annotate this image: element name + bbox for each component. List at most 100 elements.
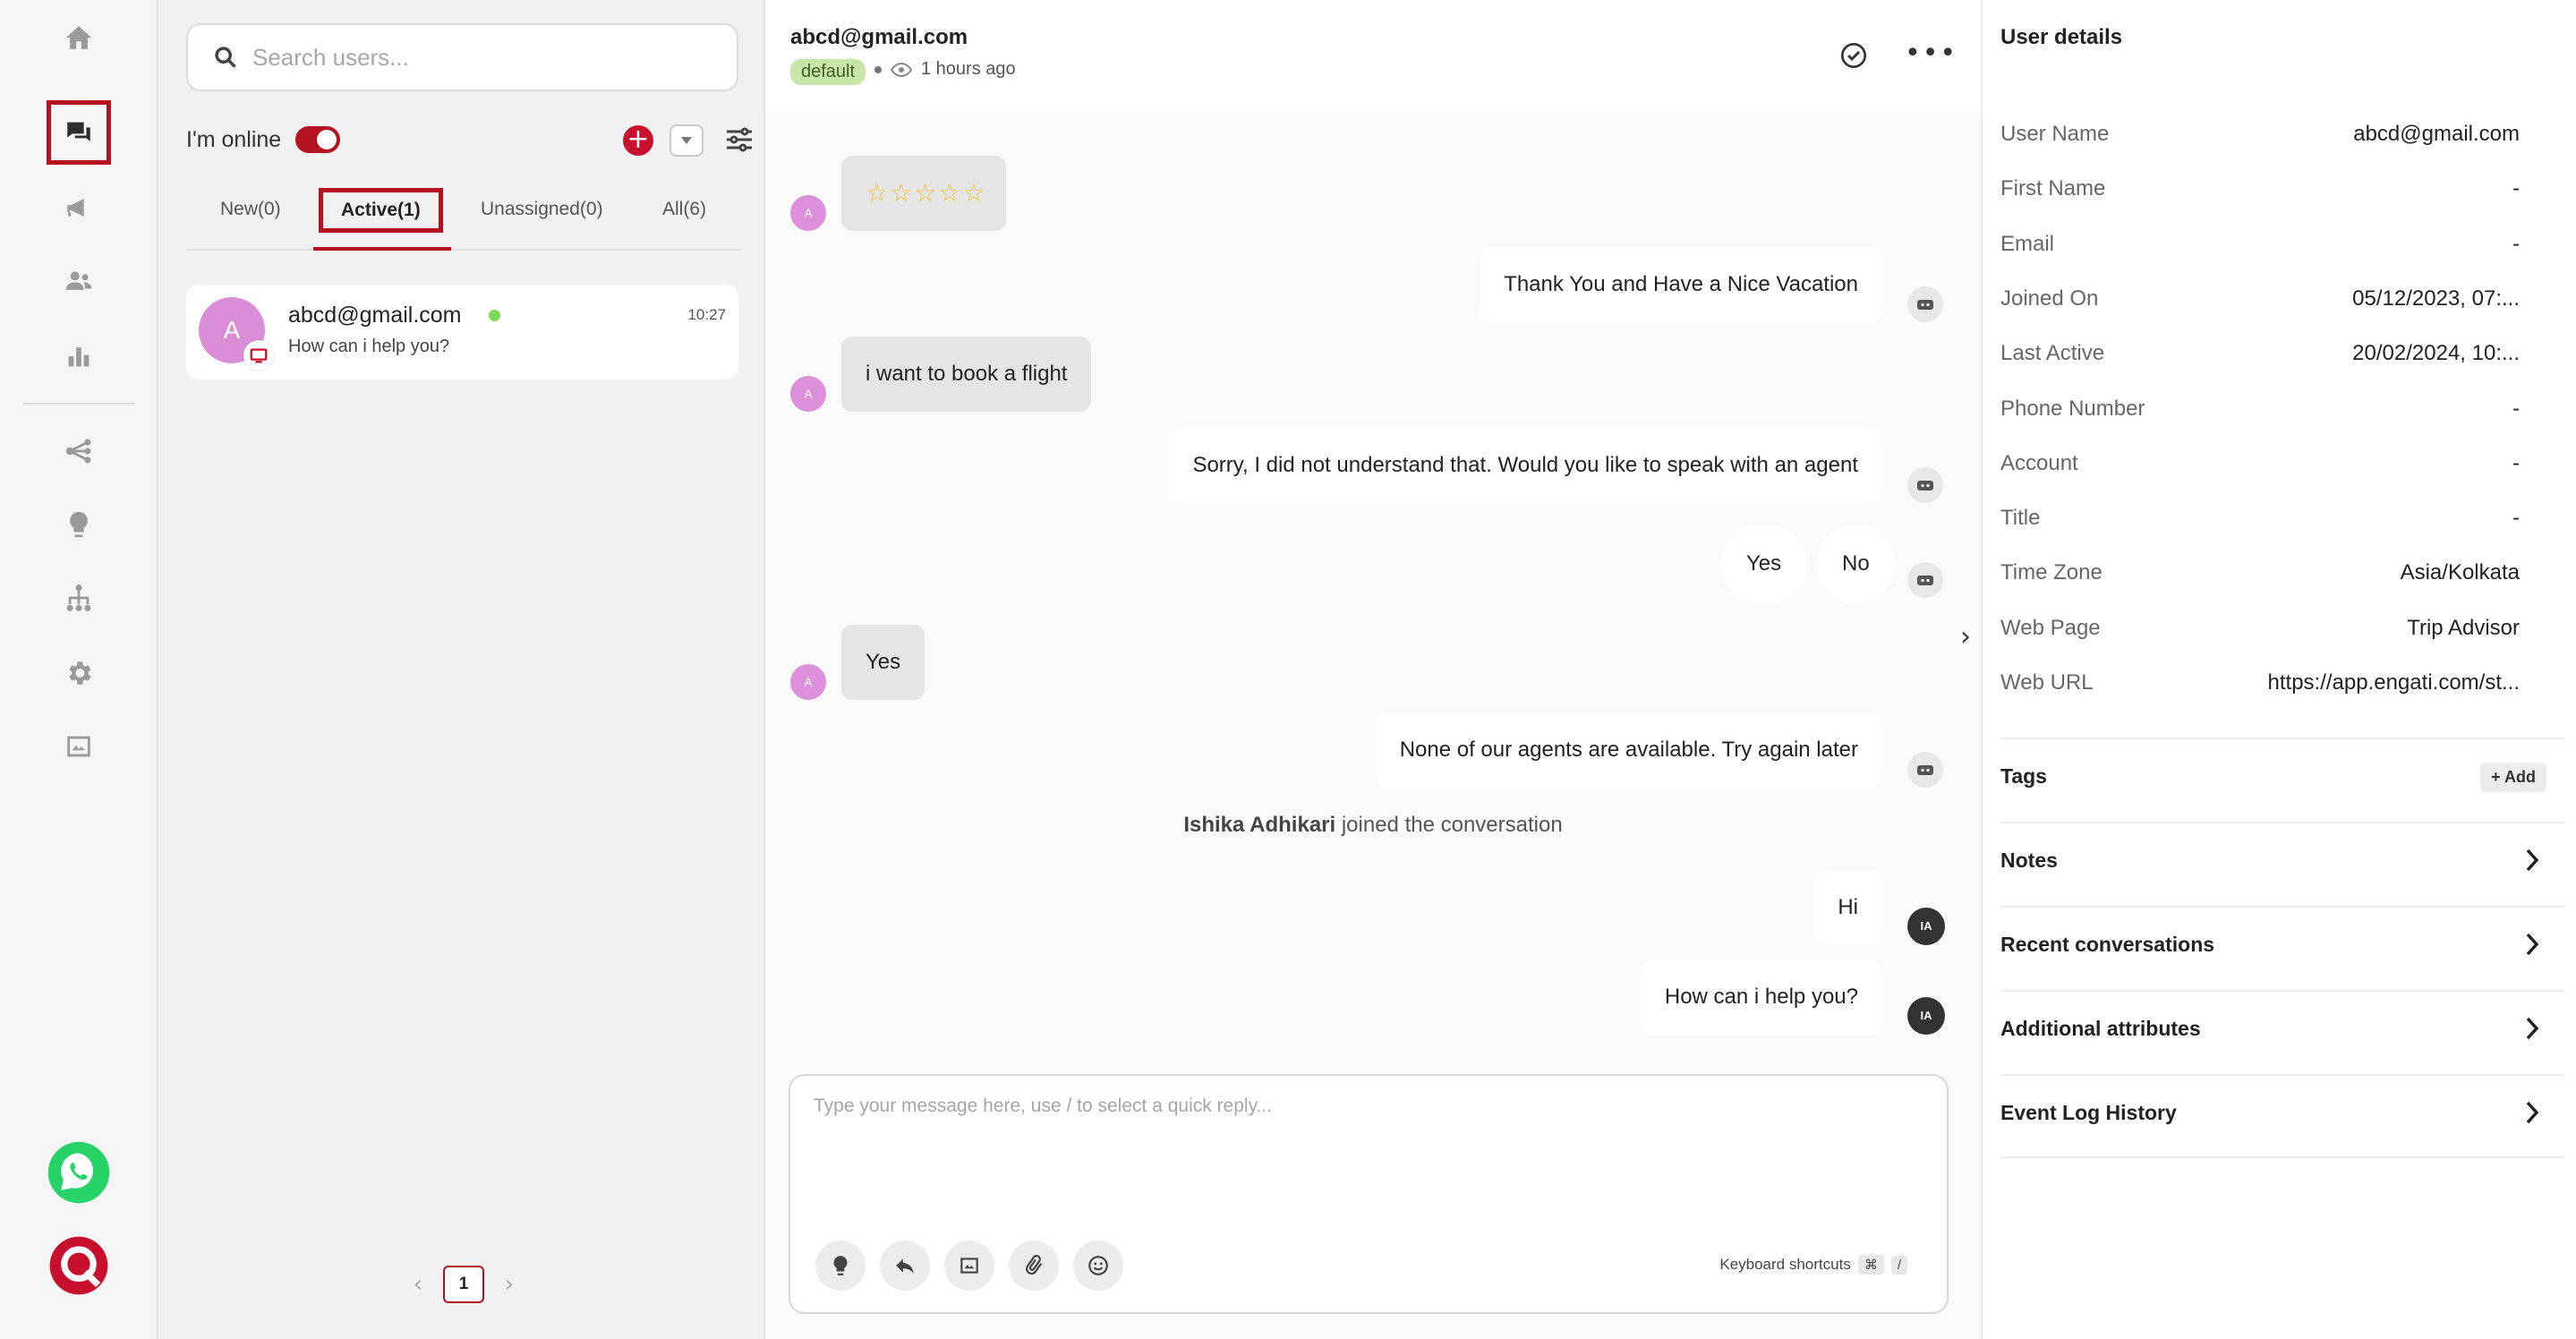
bot-icon — [1907, 562, 1943, 598]
emoji-icon[interactable] — [1073, 1241, 1123, 1291]
reply-icon[interactable] — [880, 1241, 930, 1291]
prev-page-button[interactable]: ‹ — [409, 1271, 427, 1298]
detail-value: 05/12/2023, 07:... — [2352, 286, 2520, 311]
detail-row: Phone Number - — [2000, 397, 2520, 429]
keyboard-shortcuts[interactable]: Keyboard shortcuts ⌘ / — [1719, 1255, 1907, 1275]
tags-section: Tags + Add — [2000, 738, 2564, 822]
message-bubble: i want to book a flight — [841, 337, 1092, 412]
status-dropdown-button[interactable] — [670, 124, 704, 157]
notes-section[interactable]: Notes — [2000, 822, 2564, 906]
image-icon[interactable] — [944, 1241, 994, 1291]
last-seen: 1 hours ago — [874, 59, 1016, 80]
more-options-icon[interactable]: ••• — [1905, 40, 1958, 67]
analytics-icon[interactable] — [47, 324, 111, 388]
home-icon[interactable] — [47, 5, 111, 70]
separator-dot — [874, 65, 882, 73]
detail-row: First Name - — [2000, 176, 2520, 209]
quick-reply-yes[interactable]: Yes — [1721, 525, 1807, 603]
detail-label: Web URL — [2000, 670, 2094, 695]
recent-conversations-section[interactable]: Recent conversations — [2000, 906, 2564, 990]
detail-label: Web Page — [2000, 616, 2101, 640]
eye-icon — [891, 62, 912, 77]
rail-divider — [23, 403, 134, 405]
attachment-icon[interactable] — [1009, 1241, 1059, 1291]
message-bubble: Hi — [1813, 870, 1882, 945]
detail-value: https://app.engati.com/st... — [2267, 670, 2520, 695]
detail-label: Last Active — [2000, 341, 2105, 365]
detail-label: Email — [2000, 232, 2055, 256]
conversation-item[interactable]: A abcd@gmail.com How can i help you? 10:… — [186, 285, 738, 380]
detail-row: Email - — [2000, 232, 2520, 264]
chevron-right-icon[interactable]: › — [1960, 621, 1971, 652]
gear-icon[interactable] — [47, 641, 111, 705]
web-channel-icon — [243, 340, 274, 371]
message-bubble: How can i help you? — [1640, 959, 1882, 1035]
command-key: ⌘ — [1857, 1255, 1884, 1275]
last-seen-text: 1 hours ago — [921, 59, 1016, 79]
page-1-button[interactable]: 1 — [443, 1266, 484, 1303]
tab-unassigned[interactable]: Unassigned(0) — [481, 199, 603, 220]
detail-row: Web Page Trip Advisor — [2000, 616, 2520, 648]
chevron-right-icon — [2523, 931, 2541, 958]
tab-all[interactable]: All(6) — [662, 199, 706, 220]
online-status-row: I'm online + — [186, 118, 752, 161]
search-box[interactable] — [186, 23, 738, 91]
detail-label: First Name — [2000, 176, 2106, 200]
users-icon[interactable] — [47, 249, 111, 313]
bot-icon — [1907, 467, 1943, 503]
bot-icon — [1907, 752, 1943, 788]
add-tag-button[interactable]: + Add — [2480, 763, 2546, 792]
event-log-section[interactable]: Event Log History — [2000, 1074, 2564, 1158]
org-chart-icon[interactable] — [47, 566, 111, 630]
user-avatar: A — [790, 376, 826, 412]
detail-row: Account - — [2000, 451, 2520, 483]
quick-reply-no[interactable]: No — [1817, 525, 1895, 603]
flow-icon[interactable] — [47, 419, 111, 483]
filter-button[interactable] — [725, 127, 754, 152]
tags-label: Tags — [2000, 764, 2047, 788]
slash-key: / — [1890, 1255, 1907, 1275]
detail-value: Asia/Kolkata — [2400, 560, 2520, 584]
quickchat-logo[interactable] — [47, 1233, 111, 1298]
new-conversation-button[interactable]: + — [623, 125, 653, 156]
detail-value: - — [2512, 176, 2520, 200]
detail-row: Web URL https://app.engati.com/st... — [2000, 670, 2520, 703]
detail-value: - — [2512, 506, 2520, 530]
detail-value: - — [2512, 397, 2520, 421]
detail-row: Time Zone Asia/Kolkata — [2000, 560, 2520, 593]
section-title: Recent conversations — [2000, 933, 2215, 956]
bulb-icon[interactable] — [47, 492, 111, 557]
additional-attributes-section[interactable]: Additional attributes — [2000, 990, 2564, 1074]
detail-value: - — [2512, 451, 2520, 475]
detail-row: Last Active 20/02/2024, 10:... — [2000, 341, 2520, 373]
filter-icon — [727, 127, 752, 152]
next-page-button[interactable]: › — [500, 1271, 518, 1298]
chevron-right-icon — [2523, 1099, 2541, 1126]
search-input[interactable] — [252, 43, 718, 72]
image-swap-icon[interactable] — [47, 714, 111, 779]
section-title: Notes — [2000, 849, 2058, 872]
conversation-preview: How can i help you? — [288, 337, 450, 356]
keyboard-shortcuts-label: Keyboard shortcuts — [1719, 1256, 1851, 1273]
chat-panel: abcd@gmail.com default 1 hours ago ••• A… — [765, 0, 1981, 1339]
tab-active[interactable]: Active(1) — [319, 188, 443, 233]
tab-new[interactable]: New(0) — [220, 199, 281, 220]
search-icon — [215, 47, 236, 68]
user-details-panel: User details User Name abcd@gmail.com Fir… — [1981, 0, 2576, 1339]
active-tab-indicator — [313, 247, 451, 251]
message-list: A ☆☆☆☆☆ Thank You and Have a Nice Vacati… — [765, 125, 1981, 1038]
detail-value: Trip Advisor — [2407, 616, 2520, 640]
status-badge: default — [790, 59, 866, 85]
bulb-icon[interactable] — [815, 1241, 866, 1291]
system-text: joined the conversation — [1335, 813, 1563, 837]
resolve-icon[interactable] — [1839, 41, 1868, 70]
whatsapp-icon[interactable] — [47, 1140, 111, 1205]
conversation-name: abcd@gmail.com — [288, 303, 462, 328]
chat-icon[interactable] — [46, 100, 111, 165]
megaphone-icon[interactable] — [47, 175, 111, 240]
section-title: Event Log History — [2000, 1101, 2177, 1124]
chevron-down-icon — [681, 137, 692, 144]
message-input[interactable] — [814, 1096, 1923, 1203]
online-toggle[interactable] — [295, 126, 341, 153]
pagination: ‹ 1 › — [409, 1266, 518, 1303]
